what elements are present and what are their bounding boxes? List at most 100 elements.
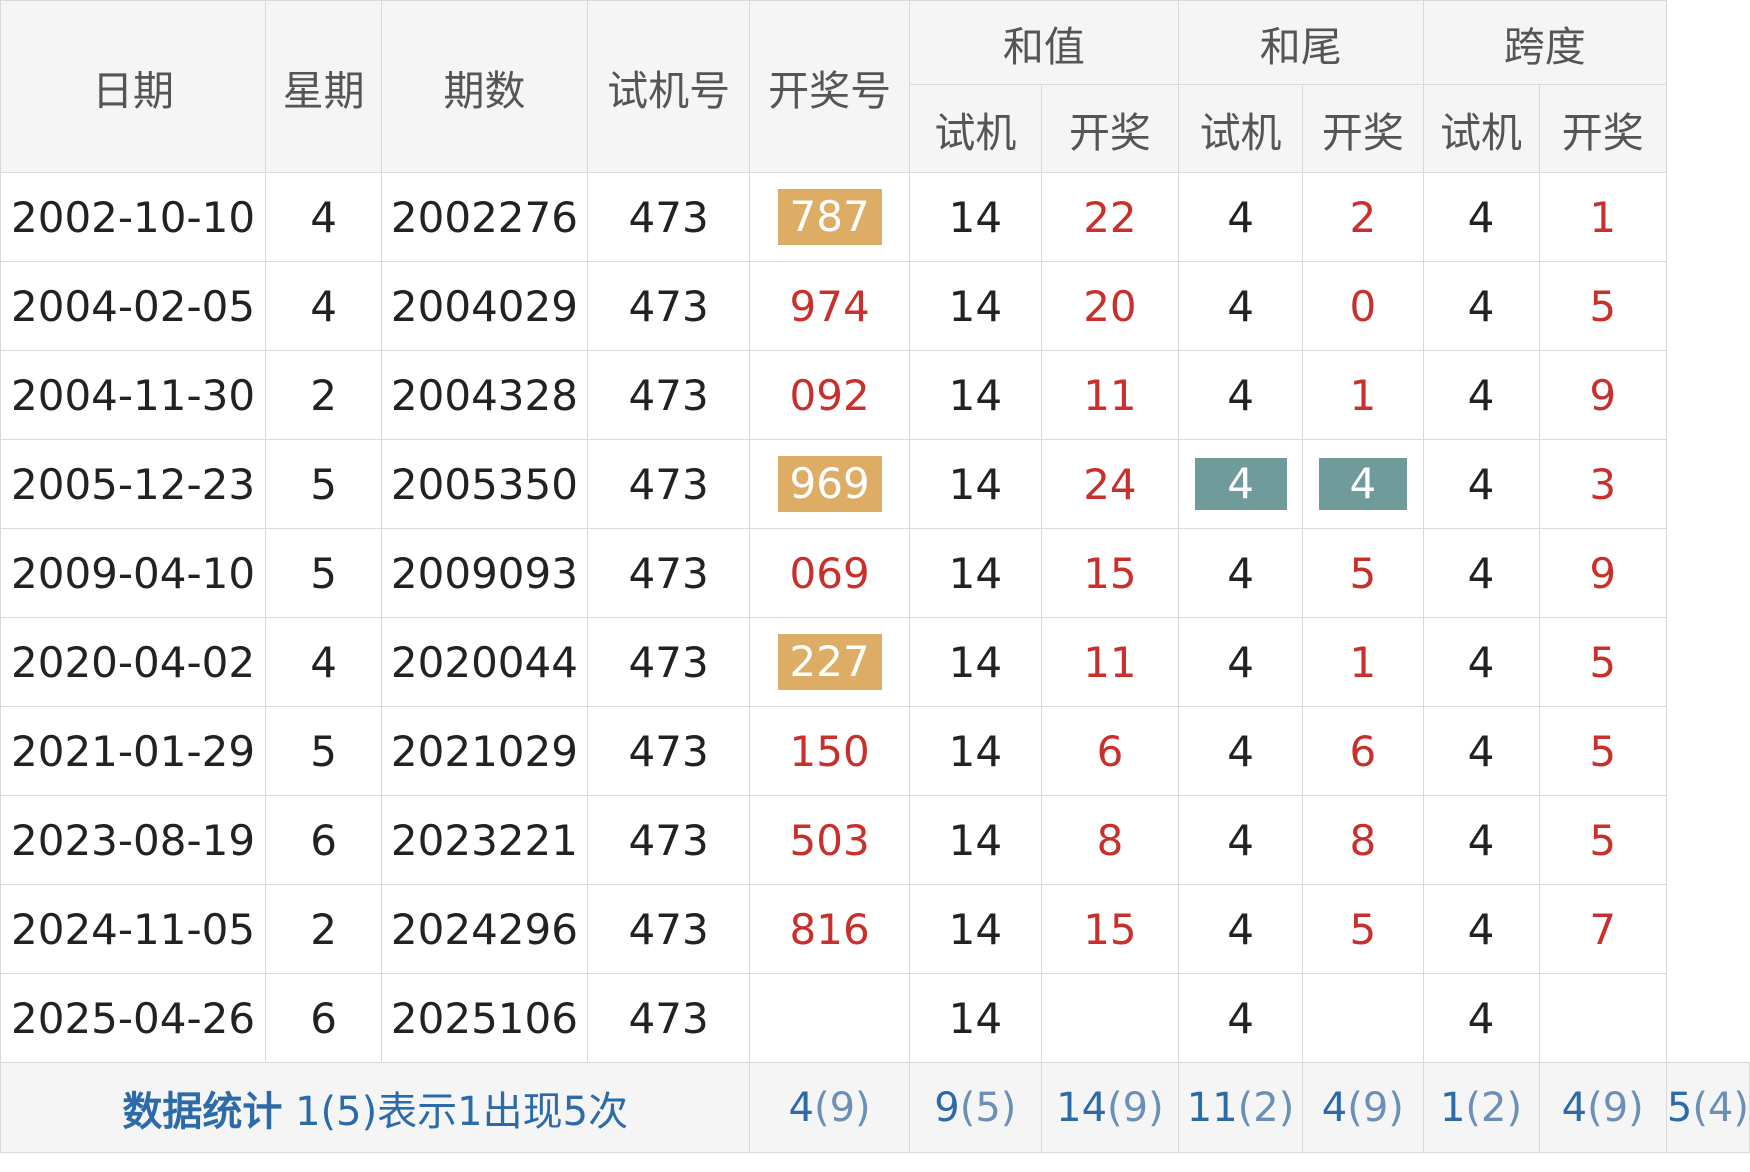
- cell-draw-number: 069: [749, 528, 910, 618]
- header-tail-test: 试机: [1177, 84, 1304, 173]
- cell-test-number: 473: [586, 795, 751, 885]
- cell-test-number: 473: [586, 706, 751, 796]
- cell-draw-number: 092: [749, 350, 910, 440]
- draw-number-badge: 227: [777, 634, 882, 690]
- header-sum-draw: 开奖: [1040, 84, 1179, 173]
- table-row: 2020-04-02 4 2020044 473 227 14 11 4 1 4 5: [0, 617, 1750, 707]
- cell-test-number: 473: [586, 528, 751, 618]
- cell-sum-test: 14: [908, 439, 1042, 529]
- cell-test-number: 473: [586, 350, 751, 440]
- cell-test-number: 473: [586, 617, 751, 707]
- cell-date: 2025-04-26: [0, 973, 267, 1063]
- cell-tail-test: 4: [1177, 973, 1304, 1063]
- cell-weekday: 6: [265, 973, 383, 1063]
- cell-tail-draw: 2: [1302, 172, 1424, 262]
- cell-tail-test: 4: [1177, 439, 1304, 529]
- cell-test-number: 473: [586, 973, 751, 1063]
- header-issue: 期数: [381, 0, 588, 173]
- cell-tail-test: 4: [1177, 528, 1304, 618]
- cell-sum-test: 14: [908, 617, 1042, 707]
- cell-span-draw: 9: [1538, 350, 1667, 440]
- cell-date: 2004-11-30: [0, 350, 267, 440]
- cell-weekday: 4: [265, 261, 383, 351]
- cell-tail-test: 4: [1177, 172, 1304, 262]
- table-row: 2004-11-30 2 2004328 473 092 14 11 4 1 4 9: [0, 350, 1750, 440]
- cell-issue: 2020044: [381, 617, 588, 707]
- cell-issue: 2024296: [381, 884, 588, 974]
- cell-span-test: 4: [1422, 172, 1540, 262]
- draw-number-badge: 787: [777, 189, 882, 245]
- cell-sum-draw: 24: [1040, 439, 1179, 529]
- table-header: 日期 星期 期数 试机号 开奖号 和值 和尾 跨度 试机 开奖 试机 开奖 试机…: [0, 0, 1750, 173]
- stats-caption: 数据统计 1(5)表示1出现5次: [0, 1062, 751, 1153]
- header-sum: 和值: [908, 0, 1179, 85]
- cell-span-draw: 5: [1538, 795, 1667, 885]
- cell-sum-test: 14: [908, 884, 1042, 974]
- cell-draw-number: 150: [749, 706, 910, 796]
- header-tail-draw: 开奖: [1302, 84, 1424, 173]
- header-date: 日期: [0, 0, 267, 173]
- cell-span-draw: 9: [1538, 528, 1667, 618]
- cell-issue: 2005350: [381, 439, 588, 529]
- cell-sum-draw: 11: [1040, 617, 1179, 707]
- cell-test-number: 473: [586, 439, 751, 529]
- table-row: 2021-01-29 5 2021029 473 150 14 6 4 6 4 5: [0, 706, 1750, 796]
- cell-span-draw: 5: [1538, 706, 1667, 796]
- cell-span-test: 4: [1422, 617, 1540, 707]
- cell-span-draw: 5: [1538, 617, 1667, 707]
- cell-weekday: 5: [265, 706, 383, 796]
- stat-sum-test: 14(9): [1040, 1062, 1179, 1153]
- cell-span-draw: [1538, 973, 1667, 1063]
- cell-sum-draw: 15: [1040, 528, 1179, 618]
- cell-span-draw: 5: [1538, 261, 1667, 351]
- table-row: 2024-11-05 2 2024296 473 816 14 15 4 5 4 7: [0, 884, 1750, 974]
- cell-issue: 2025106: [381, 973, 588, 1063]
- cell-sum-test: 14: [908, 350, 1042, 440]
- lottery-history-table: 日期 星期 期数 试机号 开奖号 和值 和尾 跨度 试机 开奖 试机 开奖 试机…: [0, 0, 1750, 1153]
- cell-tail-test: 4: [1177, 884, 1304, 974]
- cell-sum-draw: 11: [1040, 350, 1179, 440]
- cell-sum-test: 14: [908, 261, 1042, 351]
- cell-tail-draw: 6: [1302, 706, 1424, 796]
- cell-tail-draw: [1302, 973, 1424, 1063]
- cell-issue: 2023221: [381, 795, 588, 885]
- cell-tail-test: 4: [1177, 261, 1304, 351]
- header-span-test: 试机: [1422, 84, 1540, 173]
- stats-label: 数据统计: [122, 1088, 283, 1135]
- cell-span-test: 4: [1422, 261, 1540, 351]
- cell-span-test: 4: [1422, 350, 1540, 440]
- cell-date: 2020-04-02: [0, 617, 267, 707]
- header-sum-tail: 和尾: [1177, 0, 1424, 85]
- header-span-draw: 开奖: [1538, 84, 1667, 173]
- cell-draw-number: 969: [749, 439, 910, 529]
- tail-match-badge: 4: [1318, 458, 1407, 510]
- cell-sum-draw: 20: [1040, 261, 1179, 351]
- cell-span-test: 4: [1422, 884, 1540, 974]
- header-weekday: 星期: [265, 0, 383, 173]
- table-row: 2002-10-10 4 2002276 473 787 14 22 4 2 4 1: [0, 172, 1750, 262]
- header-sum-test: 试机: [908, 84, 1042, 173]
- stat-span-draw: 5(4): [1665, 1062, 1750, 1153]
- cell-sum-draw: [1040, 973, 1179, 1063]
- table-row: 2023-08-19 6 2023221 473 503 14 8 4 8 4 5: [0, 795, 1750, 885]
- cell-span-draw: 3: [1538, 439, 1667, 529]
- table-row: 2009-04-10 5 2009093 473 069 14 15 4 5 4 9: [0, 528, 1750, 618]
- cell-tail-test: 4: [1177, 617, 1304, 707]
- table-body: 2002-10-10 4 2002276 473 787 14 22 4 2 4 1 2004-02-…: [0, 172, 1750, 1063]
- cell-span-test: 4: [1422, 528, 1540, 618]
- cell-tail-draw: 5: [1302, 528, 1424, 618]
- table-row: 2025-04-26 6 2025106 473 14 4 4: [0, 973, 1750, 1063]
- cell-weekday: 2: [265, 350, 383, 440]
- cell-tail-draw: 5: [1302, 884, 1424, 974]
- cell-sum-draw: 8: [1040, 795, 1179, 885]
- cell-date: 2009-04-10: [0, 528, 267, 618]
- cell-date: 2002-10-10: [0, 172, 267, 262]
- cell-draw-number: 816: [749, 884, 910, 974]
- cell-span-test: 4: [1422, 706, 1540, 796]
- stat-tail-draw: 1(2): [1422, 1062, 1540, 1153]
- stat-test-number: 4(9): [749, 1062, 910, 1153]
- cell-sum-draw: 22: [1040, 172, 1179, 262]
- cell-test-number: 473: [586, 884, 751, 974]
- table-row: 2005-12-23 5 2005350 473 969 14 24 4 4 4 3: [0, 439, 1750, 529]
- cell-date: 2024-11-05: [0, 884, 267, 974]
